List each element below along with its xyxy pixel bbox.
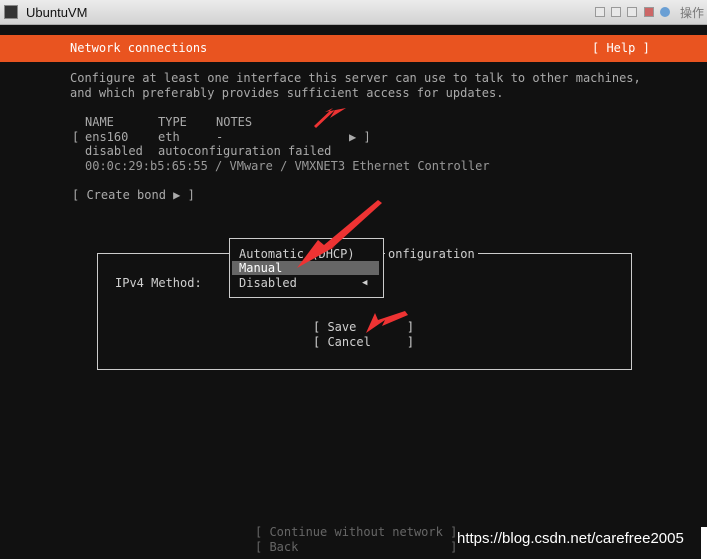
annotation-arrows <box>297 108 408 333</box>
arrow-annotation-icon <box>297 200 382 268</box>
arrow-annotation-icon <box>314 108 346 128</box>
arrow-annotation-icon <box>366 311 408 333</box>
